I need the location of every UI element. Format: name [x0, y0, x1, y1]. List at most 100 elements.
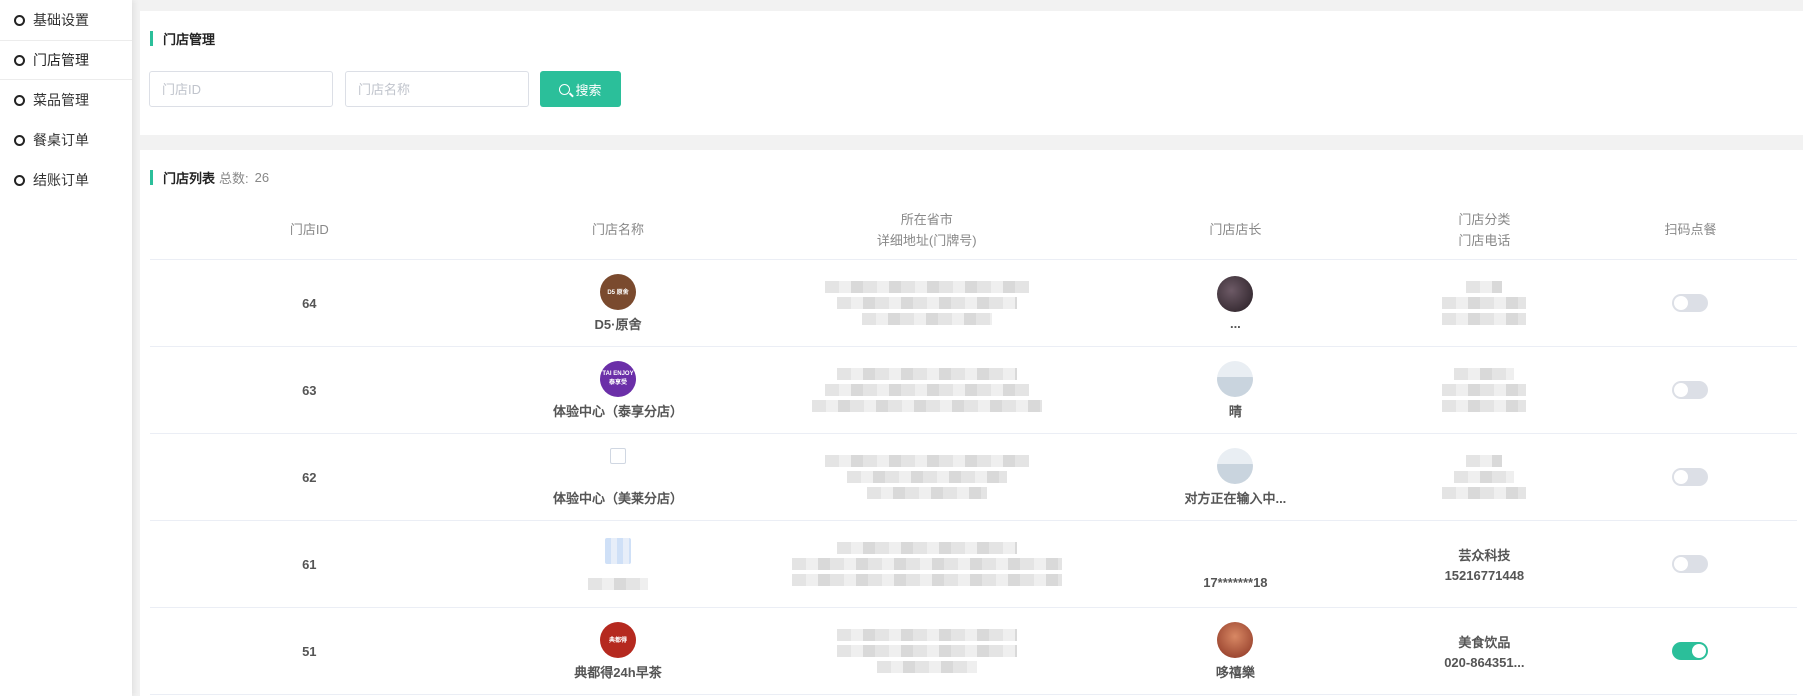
- blurred-address: [811, 368, 1042, 412]
- sidebar-item-table-orders[interactable]: 餐桌订单: [0, 120, 132, 160]
- category-phone-cell: [1385, 368, 1584, 412]
- store-name: 体验中心（泰享分店）: [553, 403, 684, 419]
- address-cell: [767, 281, 1086, 325]
- sidebar-item-label: 菜品管理: [33, 92, 89, 108]
- store-id: 61: [302, 556, 317, 572]
- store-list-panel: 门店列表 总数: 26 门店ID 门店名称 所在省市 详细地址(门牌号) 门店店…: [140, 150, 1803, 696]
- category-phone-cell: [1385, 281, 1584, 325]
- sidebar-item-basic-settings[interactable]: 基础设置: [0, 0, 132, 40]
- qr-order-toggle[interactable]: [1672, 381, 1709, 399]
- store-name-input[interactable]: [345, 71, 529, 107]
- sidebar: 基础设置 门店管理 菜品管理 餐桌订单 结账订单: [0, 0, 132, 696]
- store-id: 51: [302, 643, 317, 659]
- sidebar-item-label: 基础设置: [33, 12, 89, 28]
- category-phone-cell: [1385, 455, 1584, 499]
- circle-icon: [14, 174, 25, 186]
- qr-order-toggle[interactable]: [1672, 468, 1709, 486]
- table-row: 62 体验中心（美莱分店） 对方正在输入中...: [150, 434, 1797, 521]
- manager-avatar: [1217, 621, 1254, 658]
- header-region: 所在省市: [900, 211, 953, 227]
- blurred-category-phone: [1442, 455, 1527, 499]
- blurred-address: [791, 542, 1062, 586]
- store-phone: 15216771448: [1444, 568, 1525, 583]
- header-qr-order: 扫码点餐: [1664, 222, 1717, 237]
- store-name: 典都得24h早茶: [574, 664, 662, 680]
- header-location: 所在省市 详细地址(门牌号): [767, 209, 1086, 251]
- category-phone-cell: 芸众科技 15216771448: [1385, 545, 1584, 583]
- header-category: 门店分类: [1458, 211, 1511, 227]
- manager-cell: 哆禧樂: [1086, 621, 1385, 681]
- blurred-category-phone: [1442, 281, 1527, 325]
- qr-order-cell: [1584, 642, 1797, 660]
- sidebar-item-label: 结账订单: [33, 172, 89, 188]
- filter-title: 门店管理: [150, 29, 215, 48]
- qr-order-toggle[interactable]: [1672, 294, 1709, 312]
- table-header: 门店ID 门店名称 所在省市 详细地址(门牌号) 门店店长 门店分类 门店电话 …: [150, 200, 1797, 260]
- store-name: D5·原舍: [594, 316, 642, 332]
- store-logo: D5 原舍: [600, 273, 636, 310]
- sidebar-item-checkout-orders[interactable]: 结账订单: [0, 160, 132, 200]
- blurred-store-name: [588, 578, 648, 590]
- manager-cell: 对方正在输入中...: [1086, 447, 1385, 507]
- table-row: 61 17*******18 芸众科技 15216771448: [150, 521, 1797, 608]
- store-name-cell: [469, 538, 768, 590]
- list-title-text: 门店列表: [163, 171, 216, 186]
- manager-avatar: [1217, 360, 1254, 397]
- circle-icon: [14, 94, 25, 106]
- address-cell: [767, 368, 1086, 412]
- manager-name: ...: [1229, 315, 1241, 331]
- header-store-name: 门店名称: [592, 222, 645, 237]
- sidebar-item-label: 门店管理: [33, 52, 89, 68]
- store-category: 美食饮品: [1458, 635, 1511, 650]
- circle-icon: [14, 134, 25, 146]
- manager-avatar: [1217, 275, 1254, 312]
- store-id-input[interactable]: [149, 71, 333, 107]
- manager-cell: 17*******18: [1086, 539, 1385, 590]
- sidebar-item-store-management[interactable]: 门店管理: [0, 40, 132, 80]
- blurred-address: [824, 281, 1029, 325]
- table-row: 64 D5 原舍 D5·原舍 ...: [150, 260, 1797, 347]
- qr-order-cell: [1584, 381, 1797, 399]
- title-accent-bar: [150, 170, 153, 185]
- store-id: 63: [302, 382, 317, 398]
- address-cell: [767, 542, 1086, 586]
- circle-icon: [14, 14, 25, 26]
- manager-name: 晴: [1228, 403, 1242, 419]
- qr-order-cell: [1584, 294, 1797, 312]
- qr-order-cell: [1584, 468, 1797, 486]
- table-row: 63 TAI ENJOY 泰享受 体验中心（泰享分店） 晴: [150, 347, 1797, 434]
- manager-avatar: [1217, 447, 1254, 484]
- store-name: 体验中心（美莱分店）: [553, 490, 684, 506]
- manager-name: 对方正在输入中...: [1184, 490, 1287, 506]
- store-logo: [605, 538, 631, 564]
- list-title: 门店列表 总数: 26: [150, 168, 269, 187]
- address-cell: [767, 629, 1086, 673]
- filter-title-text: 门店管理: [163, 32, 216, 47]
- broken-image-icon: [610, 447, 626, 464]
- search-icon: [559, 83, 571, 95]
- header-store-id: 门店ID: [289, 222, 329, 237]
- blurred-address: [824, 455, 1029, 499]
- header-category-phone: 门店分类 门店电话: [1385, 209, 1584, 251]
- store-phone: 020-864351...: [1444, 655, 1525, 670]
- store-logo: TAI ENJOY 泰享受: [600, 360, 636, 397]
- qr-order-toggle[interactable]: [1672, 642, 1709, 660]
- manager-cell: 晴: [1086, 360, 1385, 420]
- store-id: 62: [302, 469, 317, 485]
- sidebar-item-dish-management[interactable]: 菜品管理: [0, 80, 132, 120]
- store-name-cell: 体验中心（美莱分店）: [469, 447, 768, 507]
- store-name-cell: D5 原舍 D5·原舍: [469, 273, 768, 333]
- blurred-category-phone: [1442, 368, 1527, 412]
- store-logo: 典都得: [600, 621, 636, 658]
- qr-order-toggle[interactable]: [1672, 555, 1709, 573]
- header-phone: 门店电话: [1458, 232, 1511, 248]
- search-button[interactable]: 搜索: [540, 71, 621, 107]
- store-table: 门店ID 门店名称 所在省市 详细地址(门牌号) 门店店长 门店分类 门店电话 …: [150, 200, 1797, 695]
- manager-name: 17*******18: [1203, 574, 1268, 590]
- store-name-cell: 典都得 典都得24h早茶: [469, 621, 768, 681]
- manager-cell: ...: [1086, 275, 1385, 331]
- sidebar-item-label: 餐桌订单: [33, 132, 89, 148]
- store-id: 64: [302, 295, 317, 311]
- blurred-address: [836, 629, 1017, 673]
- circle-icon: [14, 54, 25, 66]
